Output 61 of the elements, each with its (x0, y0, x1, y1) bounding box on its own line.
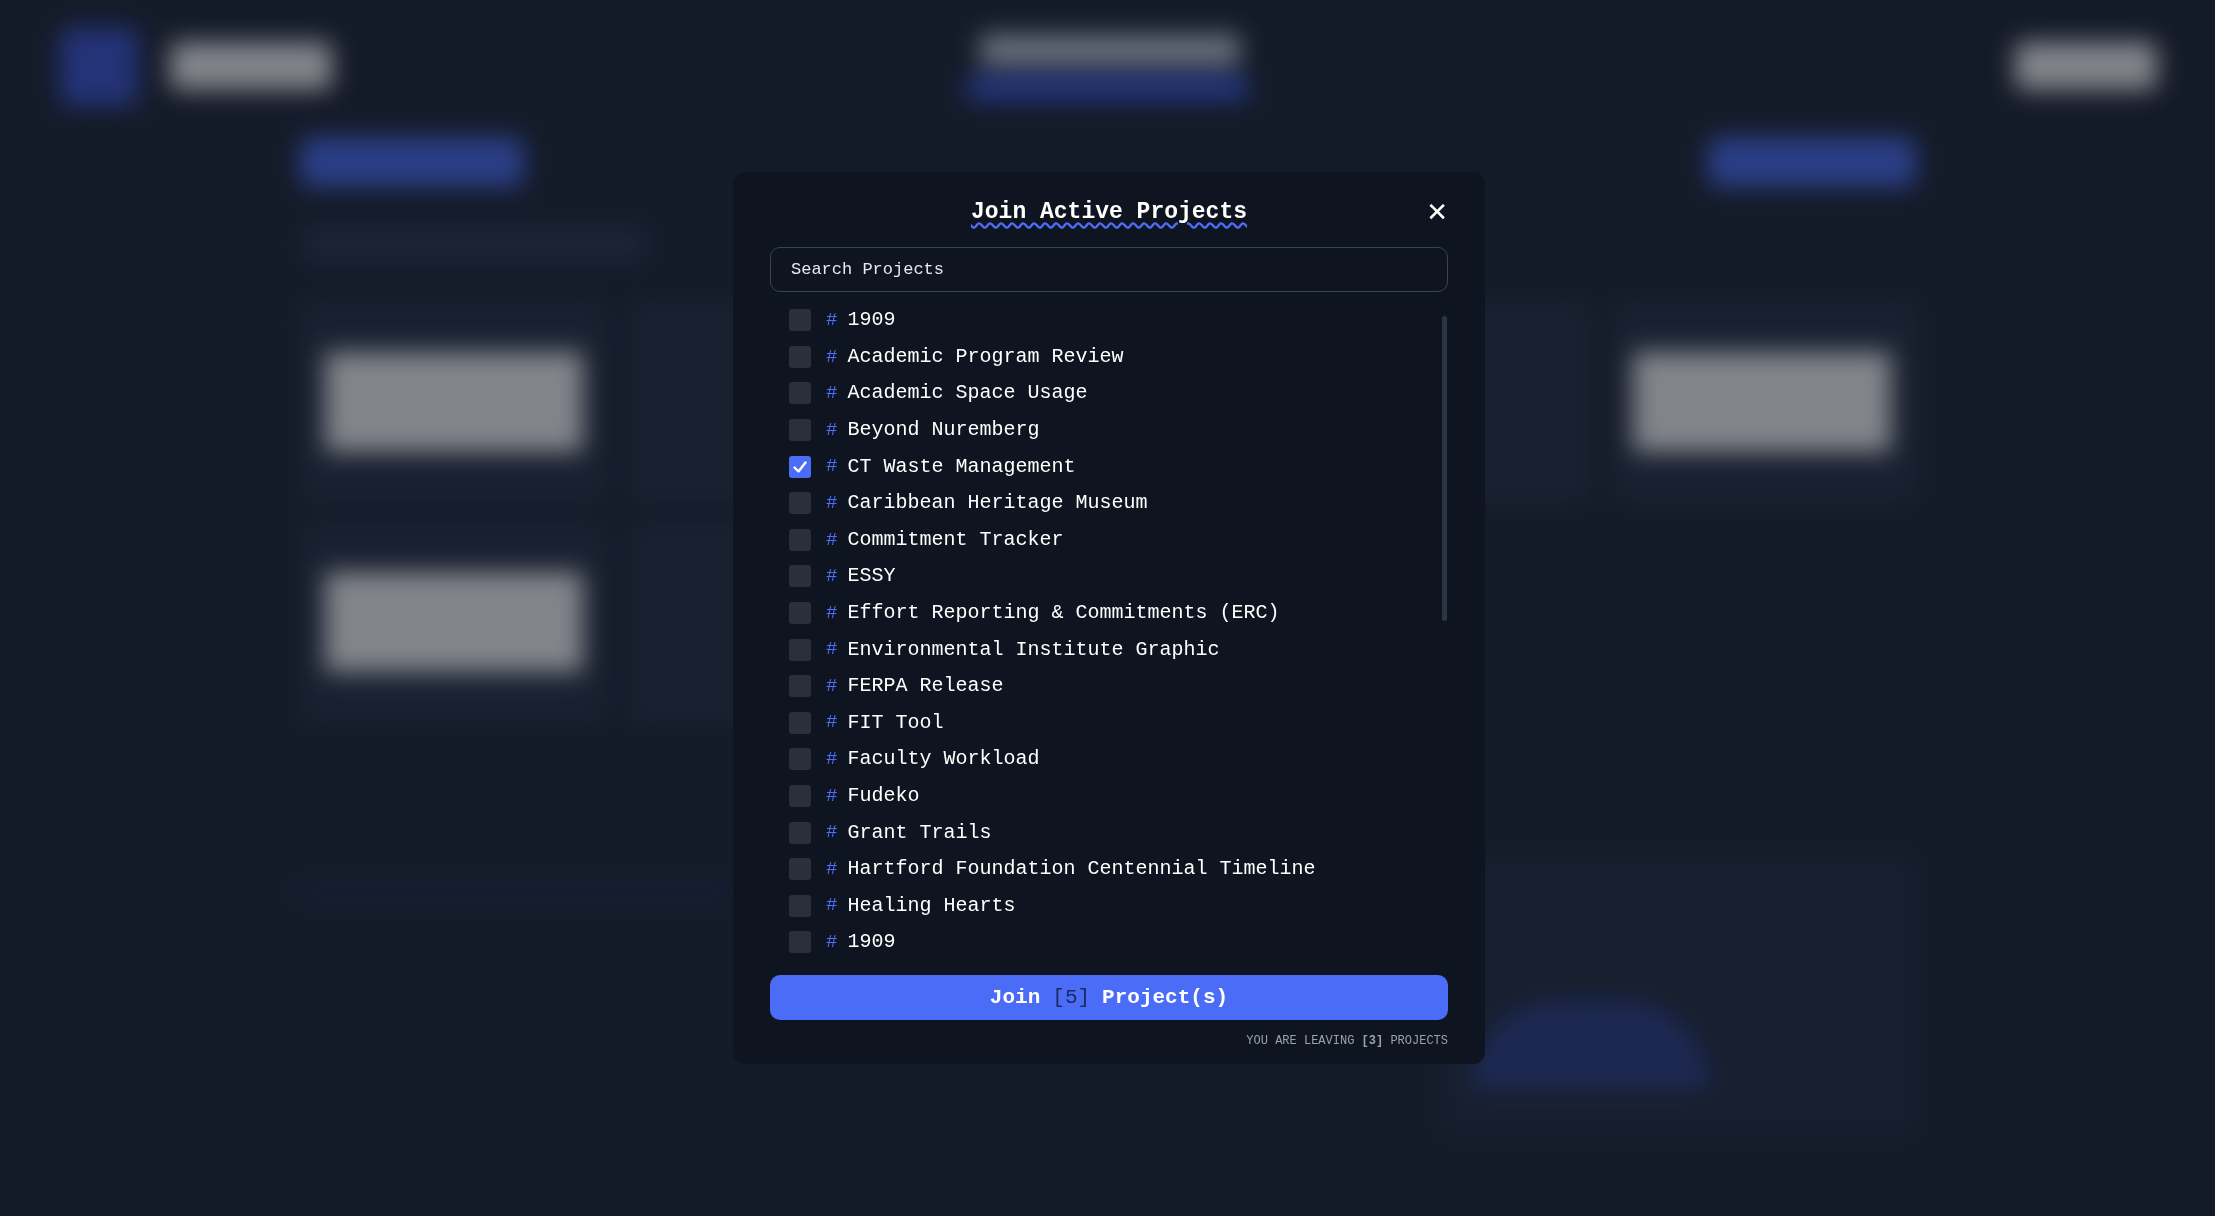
checkbox[interactable] (789, 455, 811, 478)
hash-icon: # (826, 488, 838, 518)
checkbox[interactable] (789, 565, 811, 588)
hash-icon: # (826, 379, 838, 408)
project-name[interactable]: CT Waste Management (847, 451, 1076, 482)
checkbox[interactable] (789, 858, 811, 881)
hash-icon: # (826, 305, 838, 335)
checkbox[interactable] (789, 931, 811, 954)
hash-icon: # (826, 452, 838, 481)
checkbox[interactable] (789, 345, 811, 368)
checkbox[interactable] (789, 711, 811, 734)
hash-icon: # (826, 781, 838, 811)
hash-icon: # (826, 891, 838, 920)
project-name[interactable]: Effort Reporting & Commitments (ERC) (847, 597, 1280, 628)
hash-icon: # (826, 342, 838, 372)
checkbox[interactable] (789, 528, 811, 551)
project-name[interactable]: Grant Trails (847, 817, 992, 848)
hash-icon: # (826, 562, 838, 591)
project-name[interactable]: Beyond Nuremberg (847, 415, 1040, 445)
hash-icon: # (826, 818, 838, 847)
checkbox[interactable] (789, 601, 811, 624)
project-name[interactable]: Academic Space Usage (847, 378, 1088, 409)
project-name[interactable]: Healing Hearts (847, 890, 1016, 921)
project-name[interactable]: 1909 (847, 305, 896, 336)
hash-icon: # (826, 598, 838, 628)
checkbox[interactable] (789, 894, 811, 917)
project-name[interactable]: FIT Tool (847, 707, 944, 738)
leaving-projects-note: YOU ARE LEAVING [3] PROJECTS (1246, 1033, 1448, 1050)
hash-icon: # (826, 928, 838, 957)
checkbox[interactable] (789, 821, 811, 844)
checkbox[interactable] (789, 675, 811, 698)
checkbox[interactable] (789, 492, 811, 515)
project-name[interactable]: Environmental Institute Graphic (847, 634, 1220, 665)
checkbox[interactable] (789, 382, 811, 405)
search-field[interactable]: Search Projects (770, 246, 1448, 292)
hash-icon: # (826, 415, 838, 445)
checkbox[interactable] (789, 309, 811, 332)
project-name[interactable]: ESSY (847, 561, 896, 592)
hash-icon: # (826, 525, 838, 554)
hash-icon: # (826, 854, 838, 884)
checkbox[interactable] (789, 784, 811, 807)
hash-icon: # (826, 671, 838, 701)
project-name[interactable]: Hartford Foundation Centennial Timeline (847, 854, 1316, 885)
project-name[interactable]: Fudeko (847, 780, 920, 811)
checkbox[interactable] (789, 748, 811, 771)
close-button[interactable]: ✕ (1426, 198, 1448, 225)
checkbox[interactable] (789, 419, 811, 441)
checkmark-icon (793, 460, 807, 473)
checkbox[interactable] (789, 638, 811, 661)
project-name[interactable]: FERPA Release (847, 671, 1004, 702)
hash-icon: # (826, 745, 838, 774)
hash-icon: # (826, 708, 838, 737)
project-name[interactable]: Commitment Tracker (847, 524, 1064, 555)
scrollbar-thumb[interactable] (1442, 315, 1447, 621)
join-button[interactable]: Join [5] Project(s) (770, 975, 1448, 1020)
hash-icon: # (826, 635, 838, 664)
project-name[interactable]: 1909 (847, 927, 896, 958)
project-name[interactable]: Faculty Workload (847, 744, 1040, 775)
project-name[interactable]: Academic Program Review (847, 341, 1124, 372)
modal-title: Join Active Projects (970, 197, 1247, 227)
project-name[interactable]: Caribbean Heritage Museum (847, 488, 1148, 519)
